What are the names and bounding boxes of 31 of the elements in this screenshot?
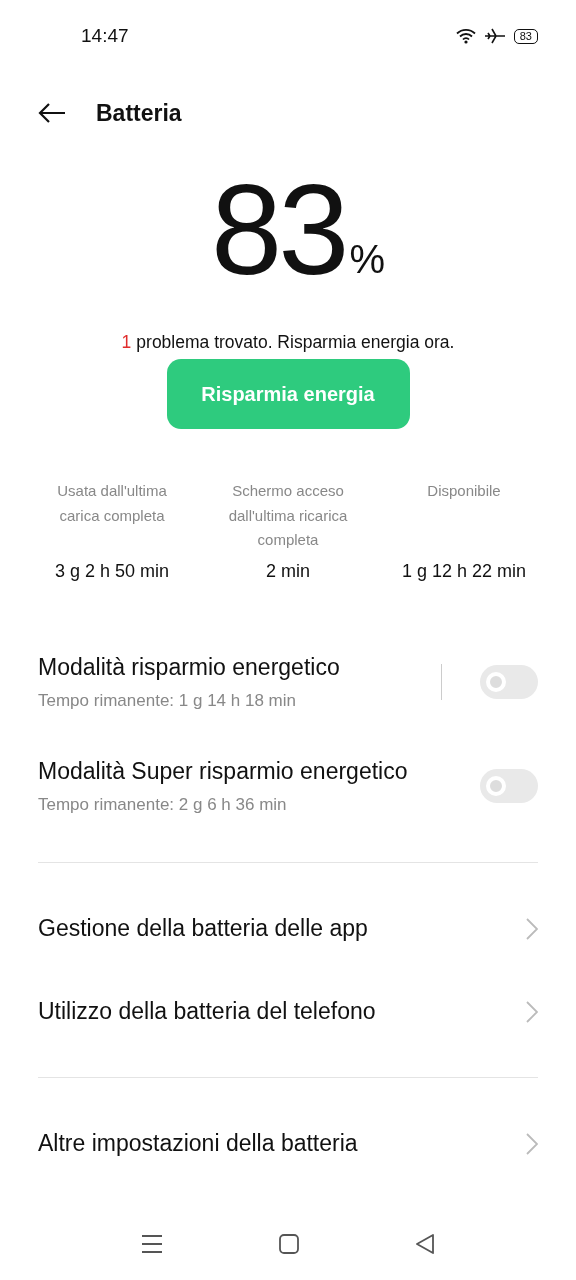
home-icon[interactable] [279, 1234, 299, 1254]
mode-subtitle: Tempo rimanente: 1 g 14 h 18 min [38, 690, 297, 711]
settings-item[interactable]: Altre impostazioni della batteria [0, 1102, 576, 1185]
problem-message: problema trovato. Risparmia energia ora. [136, 332, 455, 353]
stat-label: Disponibile [427, 481, 501, 501]
mode-title: Modalità risparmio energetico [38, 653, 341, 681]
toggle-switch[interactable] [480, 665, 538, 699]
wifi-icon [455, 28, 476, 44]
back-icon[interactable] [415, 1234, 435, 1254]
problem-count: 1 [121, 332, 132, 353]
percent-sign: % [349, 237, 385, 282]
stat-value: 1 g 12 h 22 min [401, 561, 527, 582]
settings-item[interactable]: Gestione della batteria delle app [0, 887, 576, 970]
mode-subtitle: Tempo rimanente: 2 g 6 h 36 min [38, 794, 288, 815]
page-title: Batteria [96, 99, 182, 127]
back-arrow-icon[interactable] [38, 103, 66, 123]
stat-label: Schermo acceso dall'ultima ricarica completa [227, 481, 349, 550]
settings-item[interactable]: Utilizzo della batteria del telefono [0, 970, 576, 1053]
battery-percentage: 83 [211, 166, 346, 294]
stat-label: Usata dall'ultima carica completa [56, 481, 168, 526]
chevron-icon [526, 1000, 538, 1023]
battery-indicator: 83 [513, 28, 538, 44]
toggle-switch[interactable] [480, 769, 538, 803]
stat-value: 3 g 2 h 50 min [54, 561, 170, 582]
stat-value: 2 min [266, 561, 310, 582]
mode-title: Modalità Super risparmio energetico [38, 757, 409, 785]
menu-icon[interactable] [141, 1234, 163, 1254]
chevron-icon [526, 1132, 538, 1155]
chevron-icon [526, 917, 538, 940]
status-time: 14:47 [81, 25, 129, 47]
airplane-icon [483, 27, 506, 45]
